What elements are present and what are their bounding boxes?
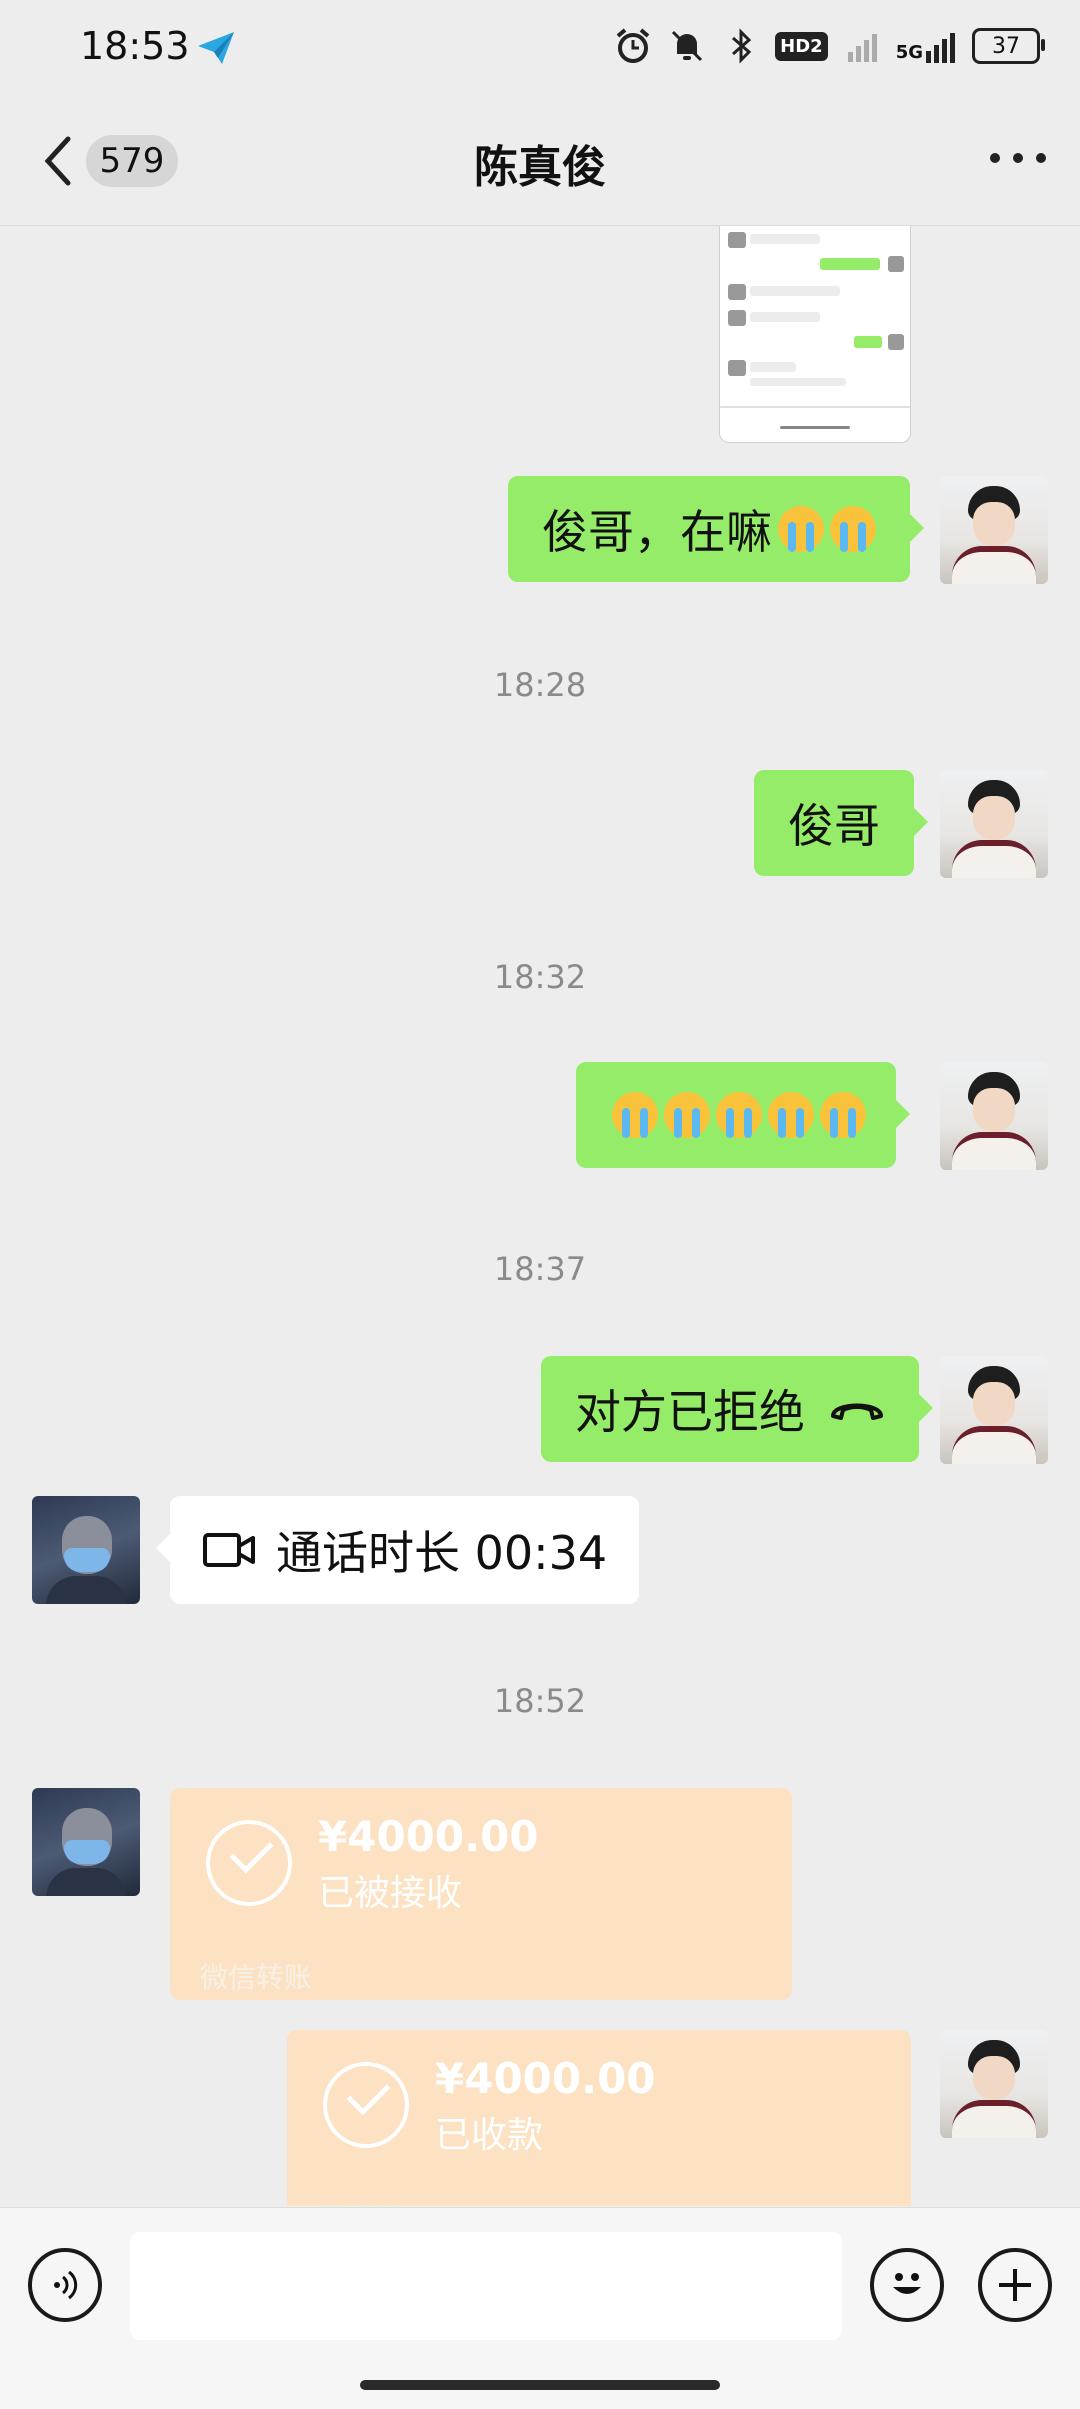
my-avatar[interactable] — [940, 1356, 1048, 1464]
transfer-card[interactable]: ¥4000.00 已收款 微信转账 — [287, 2030, 911, 2206]
crying-emoji-icon — [716, 1092, 762, 1138]
check-circle-icon — [206, 1820, 292, 1906]
chat-title: 陈真俊 — [474, 142, 606, 193]
message-input[interactable] — [130, 2232, 842, 2340]
transfer-status: 已收款 — [435, 2115, 544, 2156]
network-type: 5G — [895, 42, 923, 63]
signal-icon — [926, 33, 955, 63]
transfer-amount: ¥4000.00 — [318, 1812, 539, 1861]
message-bubble-sent[interactable]: 俊哥 — [754, 770, 928, 876]
battery-level: 37 — [992, 33, 1020, 59]
transfer-label: 微信转账 — [200, 1961, 313, 1994]
plus-icon[interactable] — [978, 2248, 1052, 2322]
hd-badge: HD2 — [775, 31, 828, 61]
message-bubble-sent[interactable] — [576, 1062, 910, 1168]
message-text: 通话时长 00:34 — [276, 1526, 608, 1580]
crying-emoji-icon — [768, 1092, 814, 1138]
chat-header: 579 陈真俊 — [0, 95, 1080, 226]
crying-emoji-icon — [612, 1092, 658, 1138]
crying-emoji-icon — [664, 1092, 710, 1138]
status-icons: HD2 5G 37 — [613, 26, 1045, 66]
crying-emoji-icon — [778, 506, 824, 552]
emoji-icon[interactable] — [870, 2248, 944, 2322]
signal-5g: 5G — [896, 29, 958, 63]
voice-icon[interactable] — [28, 2248, 102, 2322]
paper-plane-icon — [198, 32, 234, 64]
message-text: 俊哥，在嘛 — [542, 505, 772, 559]
transfer-card[interactable]: ¥4000.00 已被接收 微信转账 — [170, 1788, 792, 2000]
home-indicator[interactable] — [360, 2380, 720, 2390]
mute-bell-icon — [672, 30, 703, 62]
call-duration-bubble[interactable]: 通话时长 00:34 — [155, 1496, 640, 1604]
message-text: 对方已拒绝 — [575, 1385, 805, 1439]
status-bar: 18:53 HD2 5G 37 — [0, 0, 1080, 95]
battery-icon: 37 — [972, 28, 1045, 64]
hangup-icon — [831, 1403, 883, 1420]
timestamp: 18:28 — [493, 666, 587, 704]
contact-avatar[interactable] — [32, 1788, 140, 1896]
my-avatar[interactable] — [940, 770, 1048, 878]
transfer-amount: ¥4000.00 — [435, 2054, 656, 2103]
timestamp: 18:32 — [493, 958, 587, 996]
crying-emoji-icon — [820, 1092, 866, 1138]
image-message[interactable] — [719, 226, 911, 443]
timestamp: 18:52 — [493, 1682, 587, 1720]
message-bubble-sent[interactable]: 俊哥，在嘛 — [508, 476, 924, 582]
status-time: 18:53 — [80, 24, 190, 68]
message-text: 俊哥 — [788, 799, 880, 853]
contact-avatar[interactable] — [32, 1496, 140, 1604]
crying-emoji-icon — [830, 506, 876, 552]
video-icon — [203, 1533, 255, 1567]
signal-empty-icon — [847, 34, 877, 62]
check-circle-icon — [323, 2062, 409, 2148]
transfer-status: 已被接收 — [318, 1873, 463, 1914]
call-rejected-bubble[interactable]: 对方已拒绝 — [541, 1356, 933, 1462]
transfer-label: 微信转账 — [317, 2198, 429, 2206]
bluetooth-icon — [732, 28, 752, 64]
input-bar — [0, 2207, 1080, 2409]
my-avatar[interactable] — [940, 2030, 1048, 2138]
alarm-icon — [616, 28, 650, 63]
my-avatar[interactable] — [940, 476, 1048, 584]
more-icon[interactable] — [990, 143, 1046, 173]
timestamp: 18:37 — [493, 1250, 587, 1288]
my-avatar[interactable] — [940, 1062, 1048, 1170]
message-list[interactable]: 俊哥，在嘛 18:28 俊哥 18:32 18:37 对方已拒绝 通话时长 00… — [0, 226, 1080, 2206]
